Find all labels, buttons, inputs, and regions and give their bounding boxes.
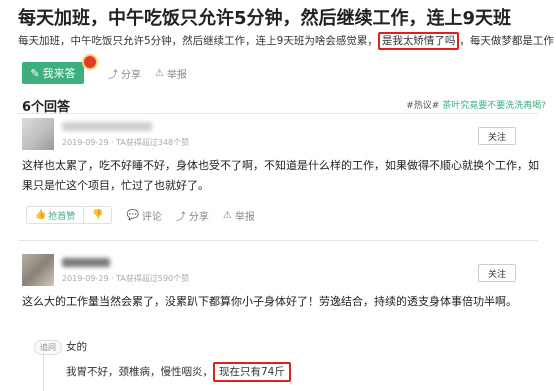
share-label: 分享 <box>121 70 141 81</box>
share-icon: ⤴ <box>175 211 186 223</box>
report-icon: ⚠ <box>222 209 232 221</box>
red-envelope-icon[interactable] <box>82 54 98 70</box>
upvote-label: 抢首赞 <box>48 211 76 222</box>
answer-text: 这么大的工作量当然会累了，没累趴下都算你小子身体好了！劳逸结合，持续的透支身体事… <box>22 295 517 308</box>
report-icon: ⚠ <box>155 68 164 79</box>
vote-group: 👍 抢首赞 👎 <box>26 206 113 224</box>
share-button[interactable]: ⤴ 分享 <box>176 208 209 223</box>
follow-up-answer-highlight: 现在只有74斤 <box>213 362 291 382</box>
desc-text-before: 每天加班，中午吃饭只允许5分钟，然后继续工作，连上9天班为啥会感觉累， <box>18 35 378 47</box>
question-title: 每天加班，中午吃饭只允许5分钟，然后继续工作，连上9天班 <box>18 8 512 29</box>
answer-actions: 👍 抢首赞 👎 💬 评论 ⤴ 分享 ⚠ 举报 <box>26 206 255 224</box>
upvote-button[interactable]: 👍 抢首赞 <box>27 207 85 223</box>
avatar[interactable] <box>22 118 54 150</box>
comment-button[interactable]: 💬 评论 <box>126 208 161 223</box>
hot-tag: #热议# <box>406 101 440 111</box>
thumb-up-icon: 👍 <box>35 210 47 220</box>
divider <box>18 240 538 241</box>
follow-up-answer: 我胃不好，颈椎病，慢性咽炎， 现在只有74斤 <box>66 362 291 382</box>
downvote-button[interactable]: 👎 <box>84 210 111 220</box>
question-report-button[interactable]: ⚠ 举报 <box>155 66 187 81</box>
edit-icon: ✎ <box>30 66 40 80</box>
follow-button[interactable]: 关注 <box>478 127 516 145</box>
follow-up-tag: 追问 <box>34 340 62 355</box>
follow-up-answer-text: 我胃不好，颈椎病，慢性咽炎， <box>66 366 213 378</box>
comment-icon: 💬 <box>126 209 139 221</box>
share-icon: ⤴ <box>108 70 118 81</box>
thumb-down-icon: 👎 <box>92 210 104 220</box>
comment-label: 评论 <box>141 211 162 223</box>
hot-topic[interactable]: #热议# 茶叶究竟要不要洗洗再喝? <box>406 98 546 111</box>
follow-up-question: 女的 <box>66 341 87 353</box>
report-button[interactable]: ⚠ 举报 <box>223 208 255 223</box>
follow-button[interactable]: 关注 <box>478 264 516 282</box>
answer-button[interactable]: ✎ 我来答 <box>22 62 84 84</box>
desc-text-after: ，每天做梦都是工作 <box>459 35 554 47</box>
divider <box>18 113 538 114</box>
answer-button-label: 我来答 <box>42 67 76 80</box>
answer-text: 这样也太累了，吃不好睡不好，身体也受不了啊，不知道是什么样的工作，如果做得不顺心… <box>22 159 539 192</box>
username-blurred[interactable] <box>62 122 152 131</box>
answer-meta: 2019-09-29 · TA获得超过590个赞 <box>62 274 190 283</box>
share-label: 分享 <box>188 211 209 223</box>
desc-highlight: 是我太矫情了吗 <box>377 32 460 50</box>
question-share-button[interactable]: ⤴ 分享 <box>108 66 141 81</box>
report-label: 举报 <box>166 70 187 81</box>
reply-thread-line <box>43 353 44 391</box>
avatar[interactable] <box>22 254 54 286</box>
hot-topic-link[interactable]: 茶叶究竟要不要洗洗再喝? <box>442 101 546 111</box>
username-blurred[interactable] <box>62 258 110 267</box>
question-description: 每天加班，中午吃饭只允许5分钟，然后继续工作，连上9天班为啥会感觉累， 是我太矫情… <box>18 32 554 50</box>
report-label: 举报 <box>234 211 255 223</box>
answer-meta: 2019-09-29 · TA获得超过348个赞 <box>62 138 190 147</box>
